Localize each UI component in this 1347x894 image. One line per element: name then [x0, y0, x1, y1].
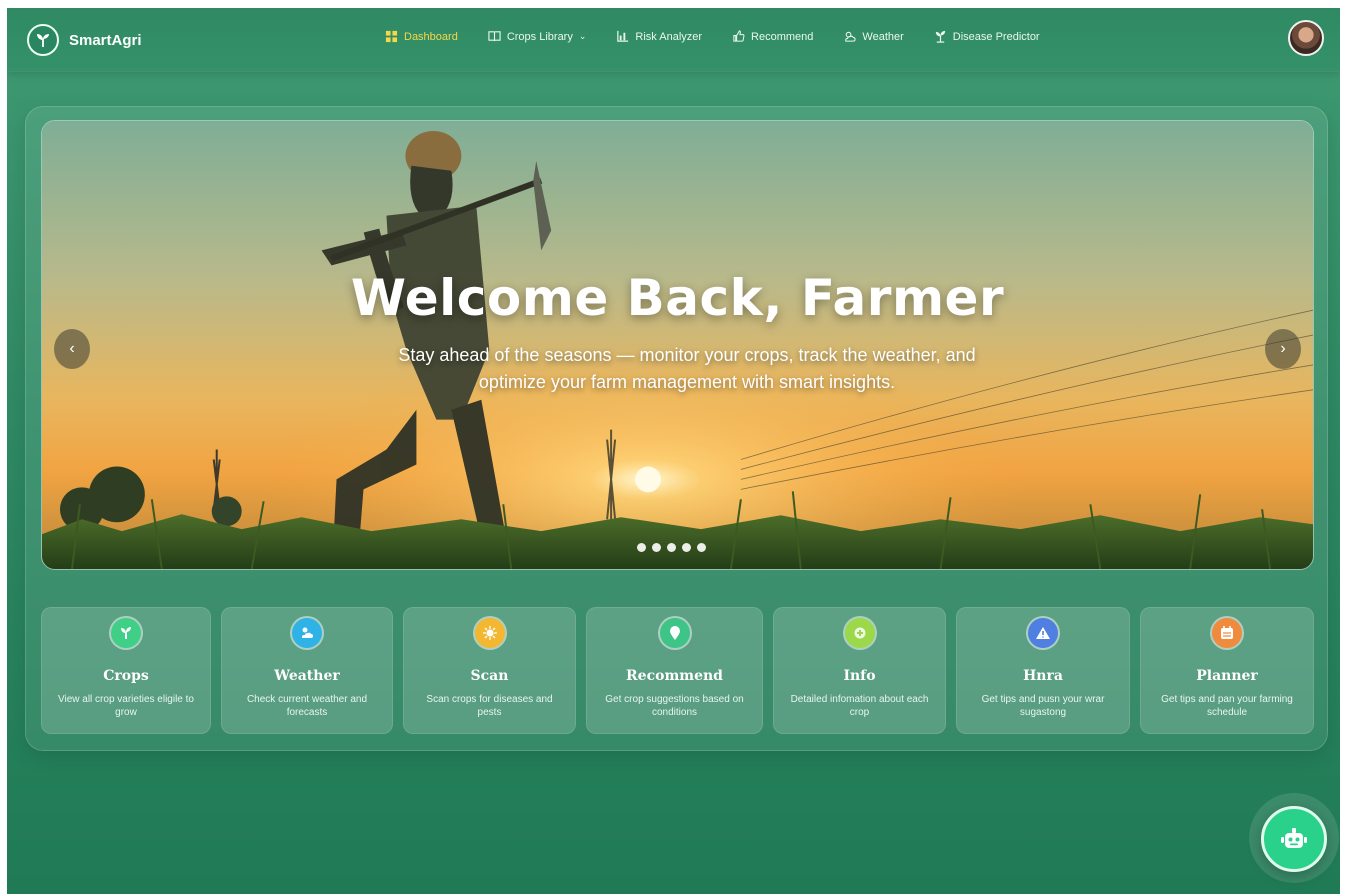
top-navbar: SmartAgri Dashboard Crops Library ⌄ Risk…	[7, 8, 1340, 72]
feature-cards: Crops View all crop varieties eligile to…	[41, 607, 1314, 734]
feature-desc: Detailed infomation about each crop	[790, 694, 929, 718]
nav-weather[interactable]: Weather	[843, 30, 904, 43]
feature-desc: Scan crops for diseases and pests	[426, 694, 553, 718]
feature-title: Weather	[274, 668, 340, 684]
chevron-down-icon: ⌄	[578, 31, 587, 41]
hero-subtitle: Stay ahead of the seasons — monitor your…	[398, 345, 976, 392]
sprout-icon	[111, 618, 141, 648]
book-icon	[488, 31, 501, 42]
hero-carousel: Welcome Back, Farmer Stay ahead of the s…	[41, 120, 1314, 570]
robot-icon	[1281, 828, 1307, 848]
location-pin-icon	[659, 618, 690, 648]
feature-title: Planner	[1196, 668, 1258, 684]
nav-crops-library[interactable]: Crops Library ⌄	[488, 30, 587, 43]
nav-risk-analyzer[interactable]: Risk Analyzer	[616, 30, 702, 43]
chatbot-button-inner	[1261, 806, 1327, 872]
weather-icon	[845, 31, 856, 42]
nav-recommend-label: Recommend	[751, 30, 814, 43]
feature-card-crops[interactable]: Crops View all crop varieties eligile to…	[41, 607, 211, 734]
feature-desc: Get crop suggestions based on conditions	[605, 694, 744, 718]
nav-dashboard-label: Dashboard	[404, 30, 458, 43]
feature-title: Crops	[103, 668, 149, 684]
carousel-dot[interactable]	[697, 543, 706, 552]
feature-desc: Check current weather and forecasts	[246, 694, 368, 718]
chevron-left-icon: ‹	[69, 340, 75, 357]
feature-title: Recommend	[626, 668, 723, 684]
chart-icon	[617, 30, 629, 42]
feature-card-hnra[interactable]: Hnra Get tips and pusn your wrar sugasto…	[956, 607, 1130, 734]
carousel-dots	[637, 543, 706, 552]
carousel-dot[interactable]	[667, 543, 676, 552]
feature-desc: Get tips and pusn your wrar sugastong	[981, 694, 1105, 718]
feature-card-planner[interactable]: Planner Get tips and pan your farming sc…	[1140, 607, 1314, 734]
carousel-dot[interactable]	[637, 543, 646, 552]
user-avatar[interactable]	[1288, 20, 1324, 56]
cloud-sun-icon	[292, 618, 322, 648]
hero-title: Welcome Back, Farmer	[350, 269, 1005, 327]
carousel-dot[interactable]	[652, 543, 661, 552]
bug-icon	[474, 618, 505, 648]
feature-card-info[interactable]: Info Detailed infomation about each crop	[773, 607, 946, 734]
feature-title: Hnra	[1023, 668, 1063, 684]
carousel-next-button[interactable]: ›	[1265, 329, 1301, 369]
dashboard-icon	[385, 30, 398, 43]
feature-title: Scan	[470, 668, 509, 684]
nav-crops-library-label: Crops Library	[506, 30, 573, 43]
main-nav: Dashboard Crops Library ⌄ Risk Analyzer …	[385, 30, 1070, 43]
dashboard-card: Welcome Back, Farmer Stay ahead of the s…	[25, 106, 1328, 751]
nav-dashboard[interactable]: Dashboard	[385, 30, 458, 43]
warning-icon	[1028, 618, 1058, 648]
feature-card-weather[interactable]: Weather Check current weather and foreca…	[221, 607, 393, 734]
nav-disease-predictor-label: Disease Predictor	[952, 30, 1040, 43]
nav-weather-label: Weather	[862, 30, 904, 43]
brand-name: SmartAgri	[69, 31, 142, 49]
carousel-prev-button[interactable]: ‹	[54, 329, 90, 369]
app-page: SmartAgri Dashboard Crops Library ⌄ Risk…	[7, 8, 1340, 894]
nav-risk-analyzer-label: Risk Analyzer	[635, 30, 703, 43]
info-plus-icon	[844, 618, 875, 648]
carousel-dot[interactable]	[682, 543, 691, 552]
feature-card-recommend[interactable]: Recommend Get crop suggestions based on …	[586, 607, 763, 734]
nav-recommend[interactable]: Recommend	[732, 30, 813, 43]
nav-disease-predictor[interactable]: Disease Predictor	[934, 30, 1040, 43]
feature-card-scan[interactable]: Scan Scan crops for diseases and pests	[403, 607, 576, 734]
chevron-right-icon: ›	[1280, 340, 1286, 357]
feature-desc: View all crop varieties eligile to grow	[58, 694, 194, 718]
plant-icon	[935, 30, 945, 43]
calendar-icon	[1212, 618, 1242, 648]
chatbot-button[interactable]	[1249, 793, 1339, 883]
feature-title: Info	[843, 668, 876, 684]
brand[interactable]: SmartAgri	[27, 24, 142, 56]
feature-desc: Get tips and pan your farming schedule	[1161, 694, 1293, 718]
thumbs-up-icon	[733, 30, 745, 42]
plant-logo-icon	[27, 24, 59, 56]
